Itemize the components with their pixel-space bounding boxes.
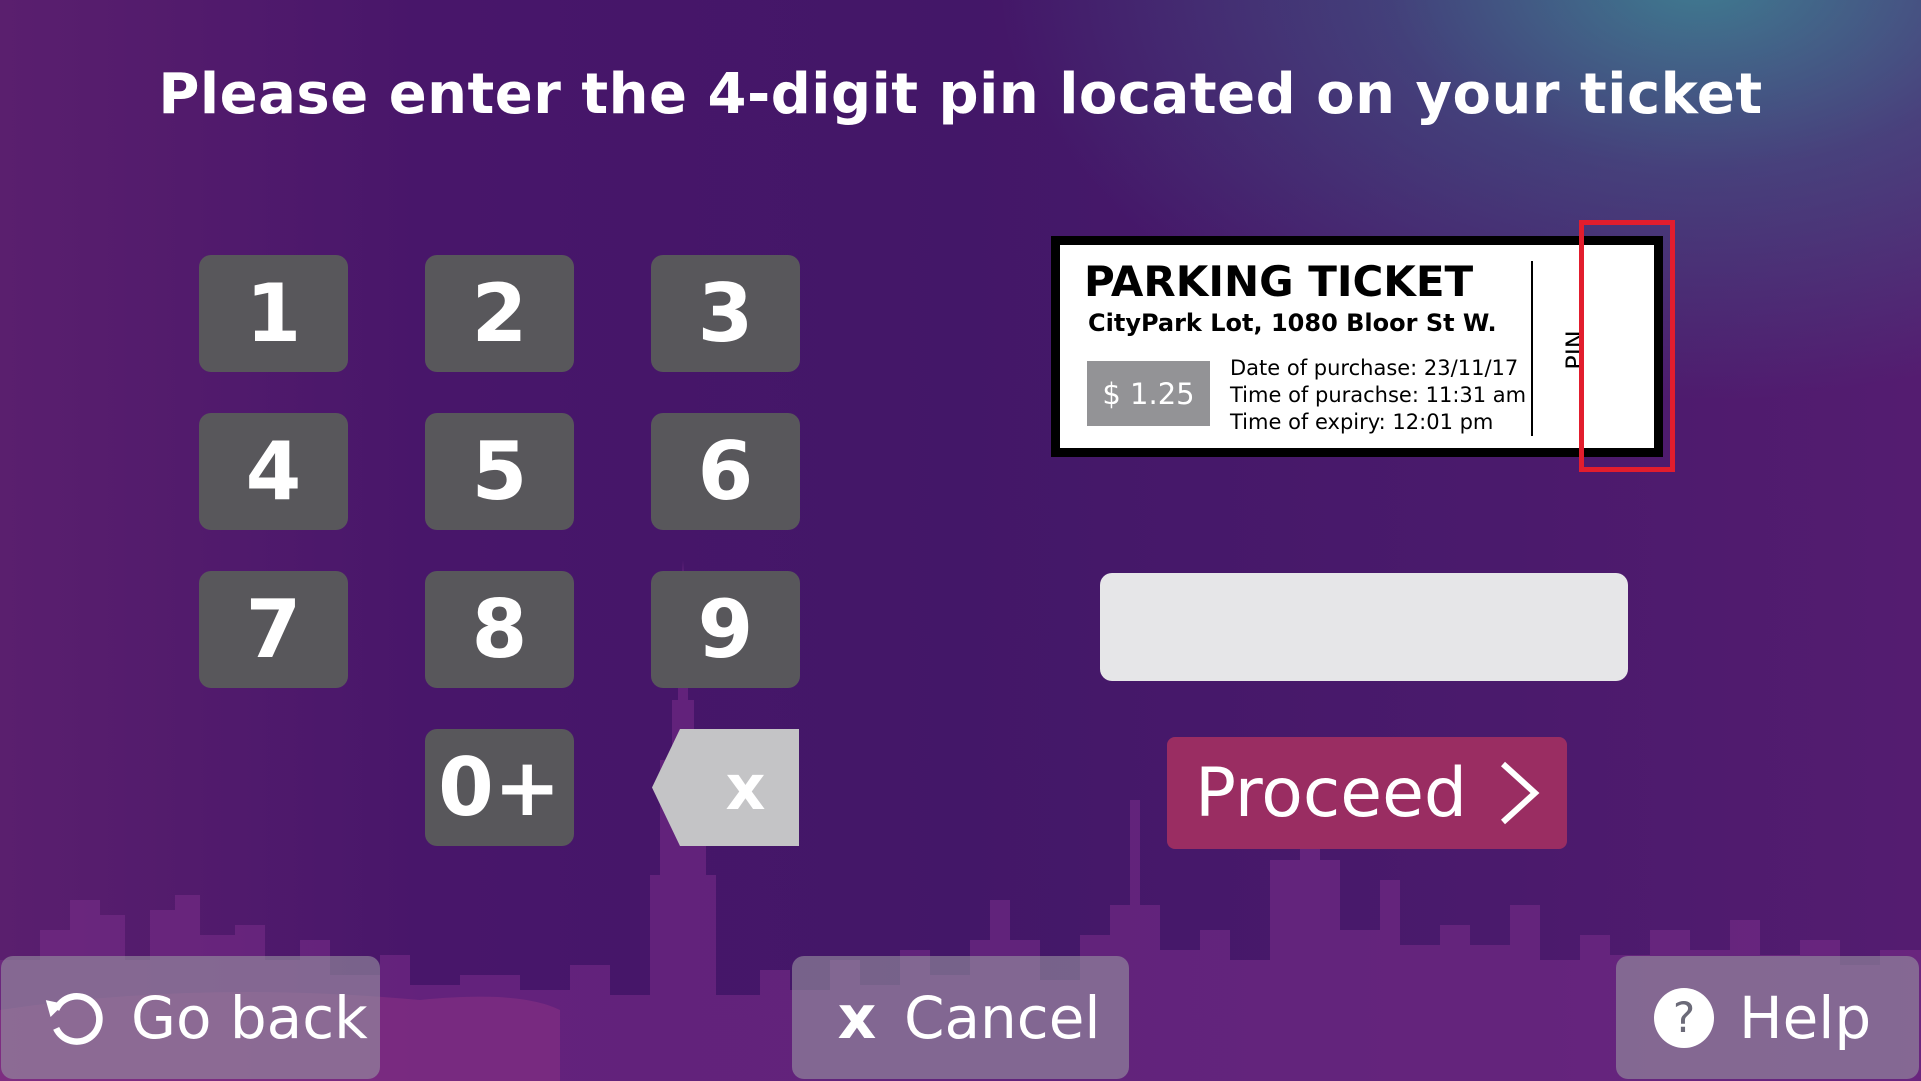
help-label: Help <box>1739 983 1872 1052</box>
keypad-key-7[interactable]: 7 <box>199 571 348 688</box>
parking-ticket-illustration: PARKING TICKET CityPark Lot, 1080 Bloor … <box>1051 236 1663 457</box>
pin-location-highlight <box>1579 220 1675 472</box>
keypad-key-9[interactable]: 9 <box>651 571 800 688</box>
backspace-label: x <box>725 751 766 824</box>
cancel-button[interactable]: x Cancel <box>792 956 1129 1079</box>
ticket-location: CityPark Lot, 1080 Bloor St W. <box>1088 309 1497 337</box>
proceed-label: Proceed <box>1195 753 1468 833</box>
keypad-key-4[interactable]: 4 <box>199 413 348 530</box>
ticket-price: $ 1.25 <box>1087 361 1210 426</box>
ticket-divider <box>1531 261 1533 436</box>
help-button[interactable]: ? Help <box>1616 956 1919 1079</box>
page-title: Please enter the 4-digit pin located on … <box>158 62 1763 127</box>
go-back-button[interactable]: Go back <box>1 956 380 1079</box>
keypad-key-2[interactable]: 2 <box>425 255 574 372</box>
question-circle-icon: ? <box>1654 987 1714 1048</box>
ticket-details: Date of purchase: 23/11/17 Time of purac… <box>1230 355 1526 436</box>
go-back-label: Go back <box>131 983 368 1052</box>
ticket-time-of-purchase: Time of purachse: 11:31 am <box>1230 383 1527 407</box>
close-icon: x <box>837 982 877 1053</box>
proceed-button[interactable]: Proceed <box>1167 737 1567 849</box>
ticket-title: PARKING TICKET <box>1084 257 1474 306</box>
backspace-button[interactable]: x <box>652 729 799 846</box>
keypad-key-5[interactable]: 5 <box>425 413 574 530</box>
pin-input[interactable] <box>1100 573 1628 681</box>
cancel-label: Cancel <box>904 983 1101 1052</box>
city-skyline-background <box>0 560 1921 1081</box>
keypad-key-1[interactable]: 1 <box>199 255 348 372</box>
keypad-key-0-plus[interactable]: 0+ <box>425 729 574 846</box>
ticket-time-of-expiry: Time of expiry: 12:01 pm <box>1230 410 1494 434</box>
chevron-right-icon <box>1500 761 1540 825</box>
refresh-arrow-icon <box>41 983 111 1053</box>
keypad-key-8[interactable]: 8 <box>425 571 574 688</box>
ticket-date-of-purchase: Date of purchase: 23/11/17 <box>1230 356 1519 380</box>
keypad-key-3[interactable]: 3 <box>651 255 800 372</box>
keypad-key-6[interactable]: 6 <box>651 413 800 530</box>
